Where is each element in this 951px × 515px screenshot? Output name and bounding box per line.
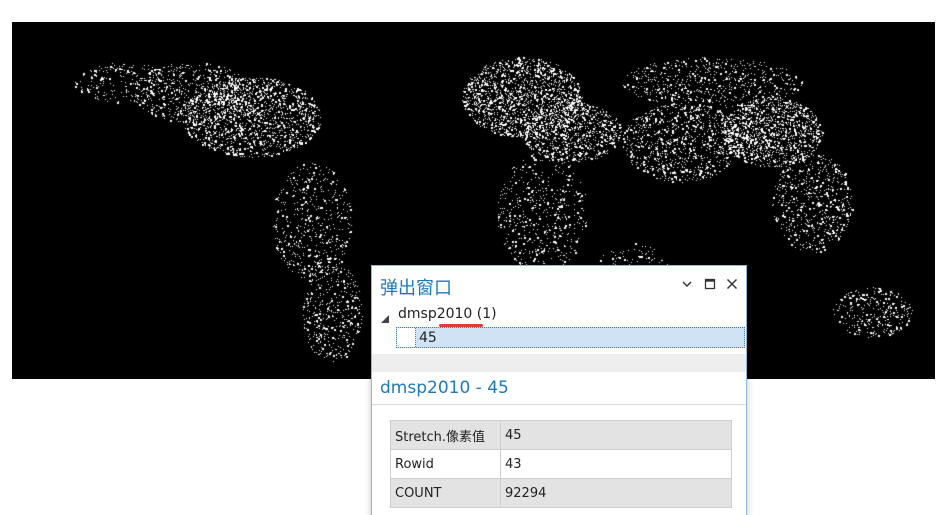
popup-divider (372, 354, 746, 372)
feature-title: dmsp2010 - 45 (380, 378, 509, 398)
feature-list-item[interactable]: 45 (396, 327, 745, 348)
expand-triangle-icon[interactable] (380, 309, 390, 323)
feature-item-value: 45 (419, 330, 437, 346)
table-row: COUNT 92294 (390, 478, 732, 508)
attribute-field: Stretch.像素值 (390, 420, 501, 450)
section-divider (372, 404, 746, 405)
attribute-field: COUNT (390, 478, 501, 508)
attribute-table: Stretch.像素值 45 Rowid 43 COUNT 92294 (390, 420, 732, 508)
close-icon[interactable] (723, 275, 741, 293)
popup-window: 弹出窗口 dmsp2010 (1) 45 dmsp2010 - 45 Stret… (371, 265, 747, 515)
table-row: Rowid 43 (390, 449, 732, 479)
maximize-icon[interactable] (701, 275, 719, 293)
feature-item-icon-slot (397, 328, 416, 347)
popup-header: 弹出窗口 (372, 266, 746, 302)
attribute-value: 45 (500, 420, 732, 450)
layer-tree-node[interactable]: dmsp2010 (1) (380, 306, 740, 326)
table-row: Stretch.像素值 45 (390, 420, 732, 450)
attribute-value: 43 (500, 449, 732, 479)
popup-title: 弹出窗口 (380, 278, 452, 299)
attribute-value: 92294 (500, 478, 732, 508)
attribute-field: Rowid (390, 449, 501, 479)
chevron-down-icon[interactable] (678, 275, 696, 293)
layer-label: dmsp2010 (1) (398, 306, 497, 322)
app-window: 弹出窗口 dmsp2010 (1) 45 dmsp2010 - 45 Stret… (0, 0, 951, 515)
